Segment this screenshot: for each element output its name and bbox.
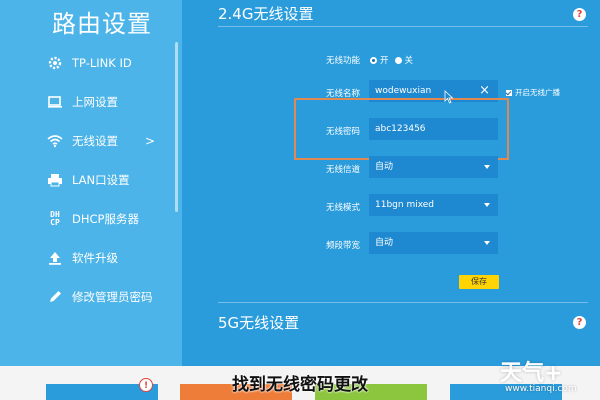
radio-on[interactable]	[370, 56, 377, 64]
radio-off[interactable]	[394, 56, 402, 64]
password-value: abc123456	[375, 124, 426, 134]
channel-select[interactable]: 自动	[369, 156, 498, 178]
mouse-cursor-icon	[444, 90, 454, 104]
sidebar-item-label: 无线设置	[72, 134, 118, 148]
mode-value: 11bgn mixed	[375, 200, 435, 210]
monitor-icon	[44, 91, 66, 113]
sidebar-item-dhcp[interactable]: DH CP DHCP服务器	[0, 200, 178, 238]
bandwidth-label: 频段带宽	[325, 241, 360, 251]
mode-select[interactable]: 11bgn mixed	[369, 194, 498, 216]
wifi-icon	[44, 130, 66, 152]
radio-off-label: 关	[404, 56, 414, 66]
pencil-icon	[44, 286, 66, 308]
mode-label: 无线模式	[325, 203, 360, 213]
sidebar-item-internet[interactable]: 上网设置	[0, 83, 178, 121]
bandwidth-value: 自动	[375, 238, 394, 248]
sidebar-item-upgrade[interactable]: 软件升级	[0, 239, 178, 277]
wireless-function-radios: 开 关	[370, 54, 413, 66]
sidebar-item-label: 修改管理员密码	[72, 290, 153, 304]
dhcp-icon: DH CP	[50, 210, 60, 227]
printer-icon	[44, 169, 66, 191]
sidebar-item-wireless[interactable]: 无线设置 >	[0, 122, 178, 160]
checkbox-icon[interactable]	[506, 89, 512, 96]
section-title-2-4g: 2.4G无线设置	[218, 5, 314, 23]
chevron-right-icon: >	[145, 134, 156, 148]
sidebar-item-tplink-id[interactable]: TP-LINK ID	[0, 44, 178, 82]
help-icon[interactable]: ?	[573, 8, 586, 21]
section-title-5g: 5G无线设置	[218, 314, 300, 332]
upload-icon	[44, 247, 66, 269]
channel-value: 自动	[375, 162, 394, 172]
watermark-logo: 天气+	[500, 361, 563, 386]
main-panel: 2.4G无线设置 ? 无线功能 开 关 无线名称 wodewuxian × 开启…	[182, 0, 600, 400]
sidebar: 路由设置 TP-LINK ID 上网设置 无线设置 > LAN口设置 DH CP …	[0, 0, 182, 400]
password-input[interactable]: abc123456	[369, 118, 498, 140]
broadcast-label: 开启无线广播	[515, 88, 560, 97]
sidebar-item-label: 软件升级	[72, 251, 118, 265]
broadcast-checkbox[interactable]: 开启无线广播	[506, 87, 560, 98]
bandwidth-select[interactable]: 自动	[369, 232, 498, 254]
save-button[interactable]: 保存	[459, 275, 499, 289]
sidebar-item-label: DHCP服务器	[72, 212, 139, 226]
sidebar-item-lan[interactable]: LAN口设置	[0, 161, 178, 199]
wireless-function-label: 无线功能	[325, 56, 360, 66]
sidebar-item-admin-password[interactable]: 修改管理员密码	[0, 278, 178, 316]
section-divider	[218, 302, 588, 303]
radio-on-label: 开	[380, 56, 389, 66]
sidebar-item-label: TP-LINK ID	[72, 56, 132, 70]
channel-label: 无线信道	[325, 165, 360, 175]
help-icon[interactable]: ?	[573, 316, 586, 329]
chevron-down-icon	[484, 165, 490, 169]
chevron-down-icon	[484, 241, 490, 245]
sidebar-title: 路由设置	[52, 10, 152, 38]
sidebar-item-label: LAN口设置	[72, 173, 130, 187]
chevron-down-icon	[484, 203, 490, 207]
password-label: 无线密码	[325, 127, 360, 137]
ssid-value: wodewuxian	[375, 86, 432, 96]
gear-icon	[44, 52, 66, 74]
sidebar-item-label: 上网设置	[72, 95, 118, 109]
section-divider	[218, 26, 588, 27]
watermark-url: www.tianqi.com	[505, 384, 577, 394]
